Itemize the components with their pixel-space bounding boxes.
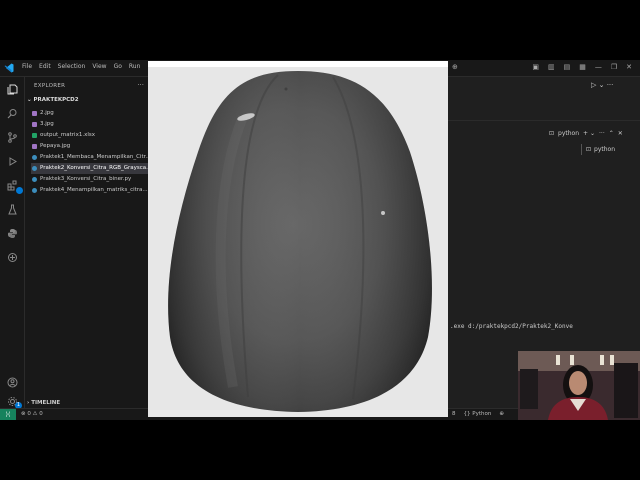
timeline-label: TIMELINE [31,400,61,406]
file-list: 2.jpg 3.jpg output_matrix1.xlsx Pepaya.jpg P… [31,108,148,196]
remote-explorer-icon[interactable] [4,249,20,265]
terminal-list-item[interactable]: ⊡ python [581,144,640,155]
toggle-sidebar-icon[interactable]: ▥ [548,63,555,71]
language-mode[interactable]: {} Python [464,411,492,417]
menu-file[interactable]: File [22,63,32,70]
file-item[interactable]: Praktek3_Konversi_Citra_biner.py [31,174,148,185]
file-item[interactable]: Pepaya.jpg [31,141,148,152]
window-controls: ▣ ▥ ▤ ▦ — ❐ ✕ [532,63,632,71]
explorer-sidebar: EXPLORER ··· ⌄ PRAKTEKPCD2 2.jpg 3.jpg out… [25,77,149,409]
folder-name: PRAKTEKPCD2 [33,97,79,103]
minimize-icon[interactable]: — [595,63,602,71]
file-item[interactable]: Praktek2_Konversi_Citra_RGB_Graysca... [31,163,148,174]
run-python-file-button[interactable]: ▷ ⌄ ··· [591,81,613,89]
testing-icon[interactable] [4,201,20,217]
menu-go[interactable]: Go [114,63,122,70]
copilot-status-icon[interactable]: ⊕ [499,411,504,417]
python-file-icon [32,177,37,182]
explorer-more-actions[interactable]: ··· [137,81,144,89]
python-icon[interactable] [4,225,20,241]
terminal-icon: ⊡ [586,146,592,153]
terminal-list-label: python [594,146,616,153]
python-file-icon [32,188,37,193]
file-name: Pepaya.jpg [40,143,71,149]
activity-bar: 1 [0,77,25,409]
python-file-icon [32,155,37,160]
python-file-icon [32,166,37,171]
image-viewer-window [148,61,448,417]
file-item[interactable]: Praktek4_Menampilkan_matriks_citra... [31,185,148,196]
extensions-icon[interactable] [4,177,23,194]
menu-view[interactable]: View [92,63,106,70]
vscode-logo-icon [4,63,14,73]
image-file-icon [32,144,37,149]
warnings-count: ⚠ 0 [32,411,43,417]
status-right: 8 {} Python ⊕ [452,411,504,417]
image-file-icon [32,111,37,116]
run-debug-icon[interactable] [4,153,20,169]
file-item[interactable]: output_matrix1.xlsx [31,130,148,141]
explorer-icon[interactable] [4,81,20,97]
menu-bar: File Edit Selection View Go Run [22,63,140,70]
search-icon[interactable] [4,105,20,121]
excel-file-icon [32,133,37,138]
file-name: Praktek4_Menampilkan_matriks_citra... [40,187,148,193]
workspace-folder[interactable]: ⌄ PRAKTEKPCD2 [27,97,79,103]
settings-gear-icon[interactable]: 1 [4,393,22,409]
customize-layout-icon[interactable]: ▦ [579,63,586,71]
maximize-panel-icon[interactable]: ⌃ [609,130,614,137]
file-item[interactable]: 3.jpg [31,119,148,130]
remote-indicator[interactable]: ⟩⟨ [0,409,16,420]
terminal-command-line: .exe d:/praktekpcd2/Praktek2_Konve [450,323,573,330]
file-name: 3.jpg [40,121,54,127]
problems-indicator[interactable]: ⊗ 0 ⚠ 0 [21,411,43,417]
menu-run[interactable]: Run [129,63,141,70]
account-icon[interactable] [4,374,20,390]
terminal-more-icon[interactable]: ··· [599,130,605,137]
copilot-icon[interactable]: ⊕ [452,63,458,71]
errors-count: ⊗ 0 [21,411,31,417]
restore-icon[interactable]: ❐ [611,63,617,71]
file-name: output_matrix1.xlsx [40,132,95,138]
file-name: Praktek3_Konversi_Citra_biner.py [40,176,132,182]
file-item[interactable]: 2.jpg [31,108,148,119]
grayscale-papaya-image [148,67,448,417]
new-terminal-button[interactable]: + ⌄ [583,130,595,137]
cursor-position[interactable]: 8 [452,411,456,417]
file-name: Praktek1_Membaca_Menampilkan_Citr... [40,154,148,160]
file-name: 2.jpg [40,110,54,116]
toggle-panel-icon[interactable]: ▤ [564,63,571,71]
layout-icon[interactable]: ▣ [532,63,539,71]
terminal-toolbar: ⊡ python + ⌄ ··· ⌃ ✕ [549,130,623,137]
terminal-icon: ⊡ [549,130,555,137]
file-item[interactable]: Praktek1_Membaca_Menampilkan_Citr... [31,152,148,163]
terminal-shell-label[interactable]: python [558,130,579,137]
source-control-icon[interactable] [4,129,20,145]
file-name: Praktek2_Konversi_Citra_RGB_Graysca... [40,165,148,171]
extensions-badge [16,187,23,194]
close-icon[interactable]: ✕ [626,63,632,71]
menu-selection[interactable]: Selection [58,63,86,70]
presenter-webcam-overlay [518,351,640,420]
timeline-section[interactable]: › TIMELINE [27,400,60,406]
menu-edit[interactable]: Edit [39,63,51,70]
close-panel-icon[interactable]: ✕ [618,130,623,137]
explorer-title: EXPLORER [34,83,66,89]
image-file-icon [32,122,37,127]
